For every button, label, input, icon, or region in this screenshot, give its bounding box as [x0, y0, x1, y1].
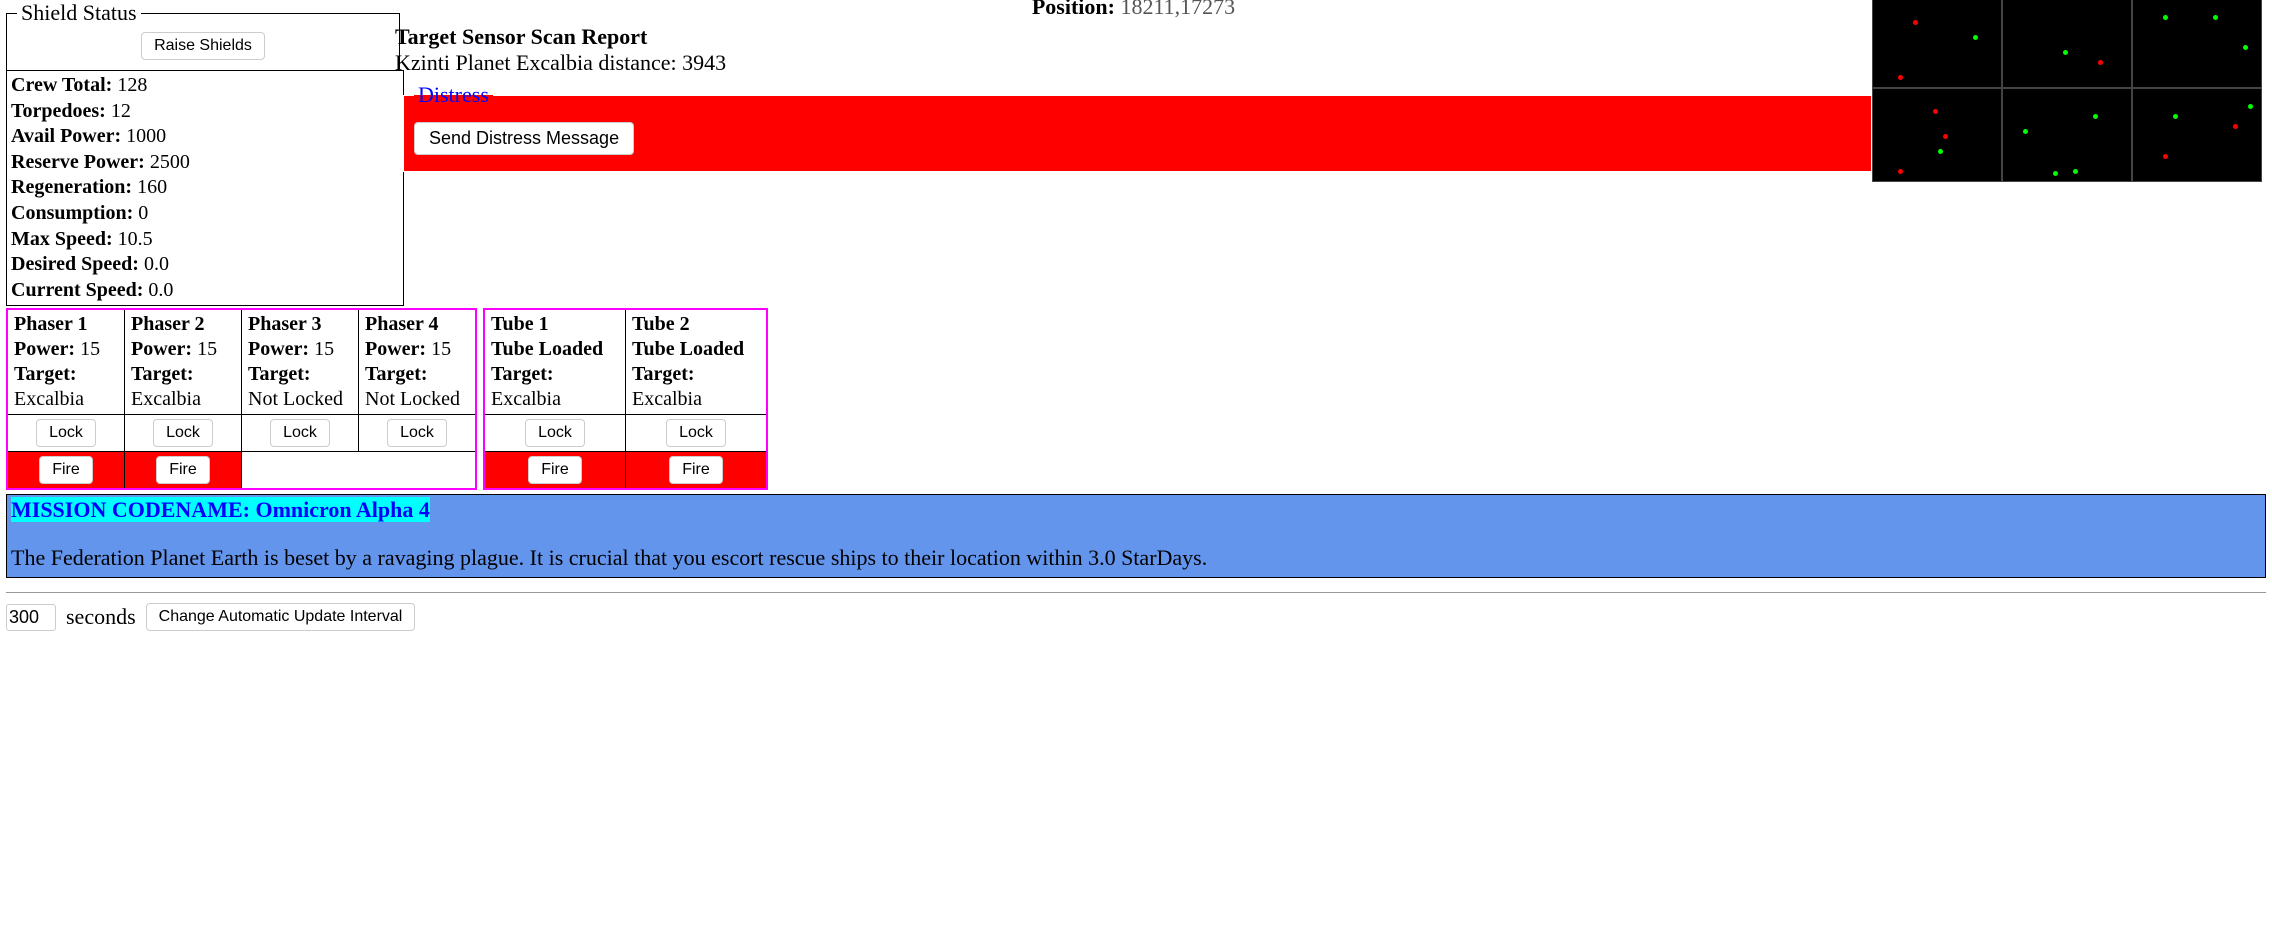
position-readout: Position: 18211,17273 — [395, 0, 1872, 20]
starmap-grid — [1872, 0, 2270, 182]
starmap-sector — [2002, 0, 2132, 88]
starmap-dot — [2023, 129, 2028, 134]
starmap-dot — [1973, 35, 1978, 40]
tube-info-cell: Tube 2Tube LoadedTarget:Excalbia — [626, 309, 768, 415]
phaser-fire-button[interactable]: Fire — [39, 456, 93, 484]
tube-info-cell: Tube 1Tube LoadedTarget:Excalbia — [484, 309, 626, 415]
starmap-dot — [2098, 60, 2103, 65]
starmap-dot — [1933, 109, 1938, 114]
torpedoes-value: 12 — [111, 100, 131, 122]
ship-stats-panel: Crew Total: 128 Torpedoes: 12 Avail Powe… — [6, 70, 404, 306]
phaser-fire-button[interactable]: Fire — [156, 456, 210, 484]
desired-speed-value: 0.0 — [144, 253, 169, 275]
starmap-dot — [2243, 45, 2248, 50]
send-distress-button[interactable]: Send Distress Message — [414, 122, 634, 155]
starmap-dot — [2163, 15, 2168, 20]
distress-panel: Distress Send Distress Message — [403, 82, 1872, 172]
starmap-dot — [2073, 169, 2078, 174]
starmap-dot — [1943, 134, 1948, 139]
tube-lock-button[interactable]: Lock — [525, 419, 585, 447]
phaser-lock-button[interactable]: Lock — [387, 419, 447, 447]
change-interval-button[interactable]: Change Automatic Update Interval — [146, 603, 416, 631]
mission-briefing: MISSION CODENAME: Omnicron Alpha 4 The F… — [6, 494, 2266, 578]
starmap-sector — [1872, 0, 2002, 88]
shield-status-panel: Shield Status Raise Shields — [6, 0, 400, 71]
current-speed-value: 0.0 — [148, 279, 173, 301]
raise-shields-button[interactable]: Raise Shields — [141, 32, 265, 60]
starmap-sector — [2002, 88, 2132, 182]
update-interval-input[interactable] — [6, 604, 56, 631]
scan-report-title: Target Sensor Scan Report — [395, 24, 1872, 50]
phaser-info-cell: Phaser 1Power: 15Target:Excalbia — [7, 309, 125, 415]
shield-legend: Shield Status — [17, 0, 141, 26]
starmap-dot — [2053, 171, 2058, 176]
starmap-dot — [2233, 124, 2238, 129]
starmap-dot — [1898, 75, 1903, 80]
phaser-info-cell: Phaser 2Power: 15Target:Excalbia — [125, 309, 242, 415]
phaser-info-cell: Phaser 3Power: 15Target:Not Locked — [242, 309, 359, 415]
crew-total-value: 128 — [117, 74, 147, 96]
starmap-sector — [2132, 0, 2262, 88]
seconds-label: seconds — [66, 604, 136, 630]
starmap-sector — [1872, 88, 2002, 182]
mission-codename: MISSION CODENAME: Omnicron Alpha 4 — [11, 497, 430, 522]
starmap-dot — [2163, 154, 2168, 159]
max-speed-value: 10.5 — [118, 228, 153, 250]
starmap-dot — [2213, 15, 2218, 20]
starmap-sector — [2132, 88, 2262, 182]
consumption-value: 0 — [138, 202, 148, 224]
starmap-dot — [2173, 114, 2178, 119]
phaser-lock-button[interactable]: Lock — [153, 419, 213, 447]
starmap-dot — [2248, 104, 2253, 109]
tube-lock-button[interactable]: Lock — [666, 419, 726, 447]
starmap-dot — [1913, 20, 1918, 25]
tube-fire-button[interactable]: Fire — [669, 456, 723, 484]
regeneration-value: 160 — [137, 176, 167, 198]
phaser-panel: Phaser 1Power: 15Target:ExcalbiaPhaser 2… — [6, 308, 477, 490]
scan-report-line: Kzinti Planet Excalbia distance: 3943 — [395, 50, 1872, 76]
mission-body: The Federation Planet Earth is beset by … — [11, 545, 2261, 571]
phaser-lock-button[interactable]: Lock — [270, 419, 330, 447]
starmap-dot — [1938, 149, 1943, 154]
reserve-power-value: 2500 — [150, 151, 190, 173]
distress-legend: Distress — [414, 82, 493, 108]
separator — [6, 592, 2266, 593]
phaser-info-cell: Phaser 4Power: 15Target:Not Locked — [359, 309, 477, 415]
avail-power-value: 1000 — [126, 125, 166, 147]
starmap-dot — [2063, 50, 2068, 55]
starmap-dot — [2093, 114, 2098, 119]
torpedo-tube-panel: Tube 1Tube LoadedTarget:ExcalbiaTube 2Tu… — [483, 308, 768, 490]
phaser-lock-button[interactable]: Lock — [36, 419, 96, 447]
starmap-dot — [1898, 169, 1903, 174]
tube-fire-button[interactable]: Fire — [528, 456, 582, 484]
